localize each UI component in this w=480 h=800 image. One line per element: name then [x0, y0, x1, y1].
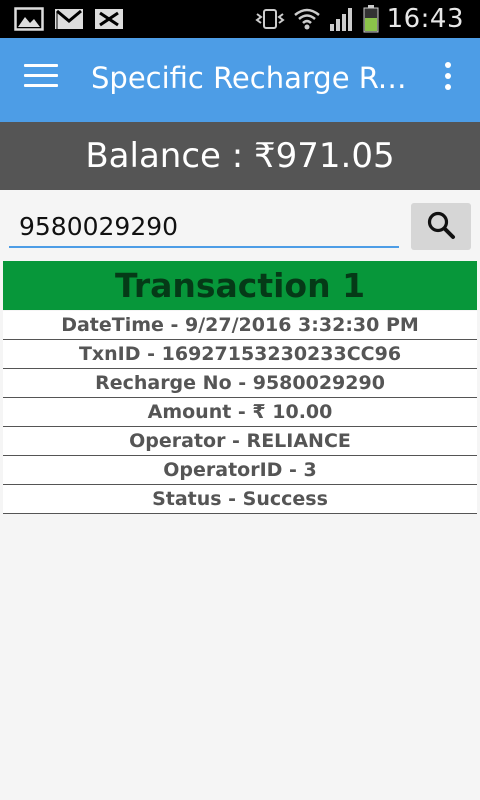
- search-icon: [426, 210, 456, 244]
- transaction-operator-id: OperatorID - 3: [3, 456, 477, 485]
- missed-notification-icon: [94, 7, 124, 31]
- more-vert-icon: [445, 62, 451, 68]
- wifi-icon: [293, 6, 321, 32]
- status-time: 16:43: [386, 4, 464, 34]
- balance-banner: Balance : ₹971.05: [0, 122, 480, 190]
- transaction-amount: Amount - ₹ 10.00: [3, 398, 477, 427]
- overflow-menu-button[interactable]: [438, 62, 458, 98]
- search-input[interactable]: [9, 206, 399, 248]
- gallery-icon: [14, 7, 44, 31]
- battery-icon: [363, 5, 379, 33]
- transaction-txnid: TxnID - 16927153230233CC96: [3, 340, 477, 369]
- transaction-datetime: DateTime - 9/27/2016 3:32:30 PM: [3, 311, 477, 340]
- gmail-icon: [54, 7, 84, 31]
- transaction-operator: Operator - RELIANCE: [3, 427, 477, 456]
- transaction-title: Transaction 1: [3, 261, 477, 310]
- status-bar: 16:43: [0, 0, 480, 38]
- menu-icon: [24, 64, 58, 67]
- transaction-details: DateTime - 9/27/2016 3:32:30 PM TxnID - …: [3, 311, 477, 514]
- transaction-status: Status - Success: [3, 485, 477, 514]
- page-title: Specific Recharge Rep...: [91, 61, 421, 95]
- app-bar: Specific Recharge Rep...: [0, 38, 480, 122]
- status-bar-notifications: [14, 7, 124, 31]
- signal-icon: [329, 6, 355, 32]
- menu-button[interactable]: [24, 64, 58, 94]
- status-bar-system: 16:43: [254, 0, 464, 38]
- search-button[interactable]: [411, 203, 471, 250]
- transaction-recharge-no: Recharge No - 9580029290: [3, 369, 477, 398]
- vibrate-icon: [254, 6, 285, 32]
